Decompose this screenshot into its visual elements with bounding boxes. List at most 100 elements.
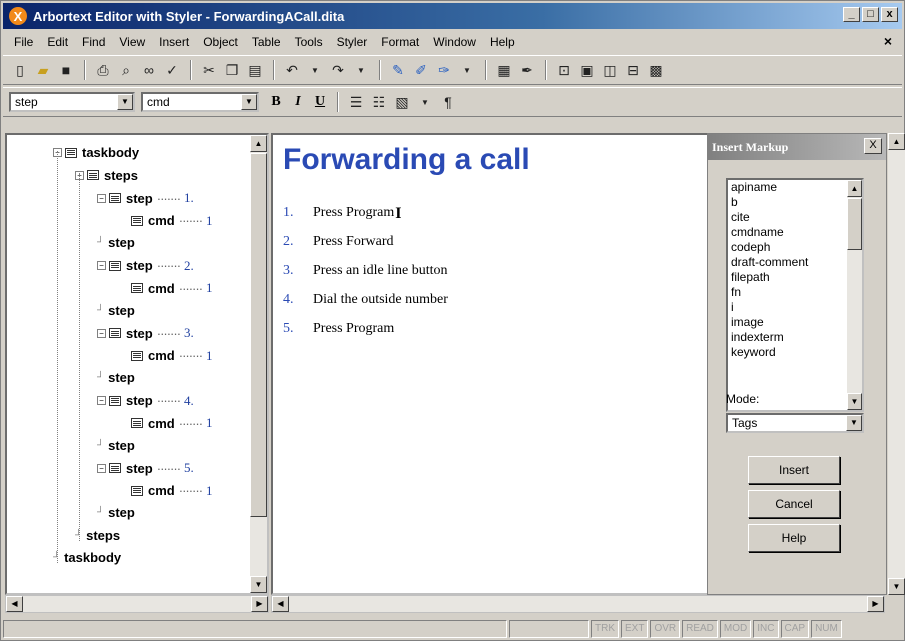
tag-list-item[interactable]: codeph: [728, 240, 862, 255]
spellcheck-icon[interactable]: ✓: [161, 59, 183, 81]
menu-file[interactable]: File: [7, 35, 40, 49]
tree-node-step[interactable]: ┘ step: [97, 370, 135, 385]
new-document-icon[interactable]: ▯: [9, 59, 31, 81]
tree-node-cmd[interactable]: cmd ······· 1: [119, 348, 213, 364]
insert-image-icon[interactable]: ▧: [391, 91, 413, 113]
paste-icon[interactable]: ▤: [244, 59, 266, 81]
menu-view[interactable]: View: [112, 35, 152, 49]
tree-node-step[interactable]: ┘ step: [97, 235, 135, 250]
redo-dropdown-icon[interactable]: ▼: [350, 59, 372, 81]
scroll-up-icon[interactable]: ▲: [888, 133, 905, 150]
tag-list-item[interactable]: indexterm: [728, 330, 862, 345]
step-item[interactable]: 3. Press an idle line button: [283, 263, 448, 292]
print-icon[interactable]: ⎙: [92, 59, 114, 81]
tag-list-item[interactable]: cmdname: [728, 225, 862, 240]
step-item[interactable]: 4. Dial the outside number: [283, 292, 448, 321]
tag-list-item[interactable]: i: [728, 300, 862, 315]
menu-help[interactable]: Help: [483, 35, 522, 49]
scroll-right-icon[interactable]: ▶: [251, 596, 268, 612]
markup-dropdown-icon[interactable]: ▼: [456, 59, 478, 81]
element-combo[interactable]: step ▼: [9, 92, 135, 112]
tree-node-step[interactable]: − step ······· 3.: [97, 325, 194, 341]
document-title[interactable]: Forwarding a call: [283, 143, 530, 177]
tree-node-step[interactable]: ┘ step: [97, 505, 135, 520]
chevron-down-icon[interactable]: ▼: [117, 94, 133, 110]
find-binoculars-icon[interactable]: ∞: [138, 59, 160, 81]
tag-combo[interactable]: cmd ▼: [141, 92, 259, 112]
step-item[interactable]: 1. Press Program I: [283, 205, 448, 234]
change-markup-icon[interactable]: ✐: [410, 59, 432, 81]
image-dropdown-icon[interactable]: ▼: [414, 91, 436, 113]
tree-node-cmd[interactable]: cmd ······· 1: [119, 280, 213, 296]
collapse-icon[interactable]: −: [97, 261, 106, 270]
step-text[interactable]: Dial the outside number: [313, 292, 448, 321]
tree-node-step[interactable]: − step ······· 4.: [97, 393, 194, 409]
menu-find[interactable]: Find: [75, 35, 112, 49]
document-close-icon[interactable]: ×: [884, 33, 892, 49]
scroll-left-icon[interactable]: ◀: [6, 596, 23, 612]
insert-markup-icon[interactable]: ✎: [387, 59, 409, 81]
collapse-icon[interactable]: −: [97, 328, 106, 338]
collapse-icon[interactable]: −: [97, 396, 106, 405]
menu-insert[interactable]: Insert: [152, 35, 196, 49]
tree-vertical-scrollbar[interactable]: ▲ ▼: [250, 135, 267, 593]
maximize-button[interactable]: □: [862, 7, 879, 22]
close-button[interactable]: x: [881, 7, 898, 22]
tree-node-cmd[interactable]: cmd ······· 1: [119, 415, 213, 431]
edit-table-icon[interactable]: ✒: [516, 59, 538, 81]
scroll-up-icon[interactable]: ▲: [847, 180, 862, 197]
italic-button[interactable]: I: [287, 94, 309, 110]
undo-dropdown-icon[interactable]: ▼: [304, 59, 326, 81]
underline-button[interactable]: U: [309, 94, 331, 110]
scroll-down-icon[interactable]: ▼: [250, 576, 267, 593]
tag-list-item[interactable]: b: [728, 195, 862, 210]
tag-list-item[interactable]: filepath: [728, 270, 862, 285]
cut-icon[interactable]: ✂: [198, 59, 220, 81]
minimize-button[interactable]: _: [843, 7, 860, 22]
help-button[interactable]: Help: [748, 524, 840, 552]
tree-node-taskbody[interactable]: ┘ taskbody: [53, 550, 121, 565]
tag-list-item[interactable]: image: [728, 315, 862, 330]
tree-node-taskbody[interactable]: − taskbody: [53, 145, 139, 160]
tree-node-cmd[interactable]: cmd ······· 1: [119, 483, 213, 499]
tree-node-steps[interactable]: − steps: [75, 168, 138, 183]
menu-table[interactable]: Table: [245, 35, 288, 49]
split-markup-icon[interactable]: ✑: [433, 59, 455, 81]
collapse-icon[interactable]: −: [97, 193, 106, 203]
tree-node-steps[interactable]: ┘ steps: [75, 528, 120, 543]
app-icon[interactable]: X: [9, 7, 27, 25]
scroll-right-icon[interactable]: ▶: [867, 596, 884, 612]
document-map-icon[interactable]: ▣: [576, 59, 598, 81]
step-text[interactable]: Press Program: [313, 205, 394, 234]
scroll-down-icon[interactable]: ▼: [888, 578, 905, 595]
document-horizontal-scrollbar[interactable]: ◀ ▶: [271, 595, 885, 613]
tree-node-step[interactable]: − step ······· 5.: [97, 460, 194, 476]
insert-button[interactable]: Insert: [748, 456, 840, 484]
chevron-down-icon[interactable]: ▼: [241, 94, 257, 110]
title-bar[interactable]: X Arbortext Editor with Styler - Forward…: [3, 3, 902, 29]
step-item[interactable]: 2. Press Forward: [283, 234, 448, 263]
tag-list-scrollbar[interactable]: ▲ ▼: [847, 180, 862, 410]
table-icon[interactable]: ▦: [493, 59, 515, 81]
document-vertical-scrollbar[interactable]: ▲ ▼: [888, 133, 905, 595]
panel-close-button[interactable]: X: [864, 138, 882, 154]
step-text[interactable]: Press an idle line button: [313, 263, 448, 292]
tag-list[interactable]: apiname b cite cmdname codeph draft-comment fi…: [726, 178, 864, 412]
save-icon[interactable]: ■: [55, 59, 77, 81]
scroll-left-icon[interactable]: ◀: [272, 596, 289, 612]
open-folder-icon[interactable]: ▰: [32, 59, 54, 81]
undo-icon[interactable]: ↶: [281, 59, 303, 81]
menu-window[interactable]: Window: [426, 35, 483, 49]
tree-node-step[interactable]: − step ······· 2.: [97, 258, 194, 274]
tag-list-item[interactable]: cite: [728, 210, 862, 225]
menu-styler[interactable]: Styler: [330, 35, 375, 49]
scroll-thumb[interactable]: [250, 153, 267, 517]
tree-node-cmd[interactable]: cmd ······· 1: [119, 213, 213, 229]
chevron-down-icon[interactable]: ▼: [846, 415, 862, 431]
step-text[interactable]: Press Forward: [313, 234, 394, 263]
step-item[interactable]: 5. Press Program: [283, 321, 448, 350]
panel-title[interactable]: Insert Markup: [708, 134, 886, 160]
cancel-button[interactable]: Cancel: [748, 490, 840, 518]
tree-horizontal-scrollbar[interactable]: ◀ ▶: [5, 595, 269, 613]
paragraph-icon[interactable]: ¶: [437, 91, 459, 113]
